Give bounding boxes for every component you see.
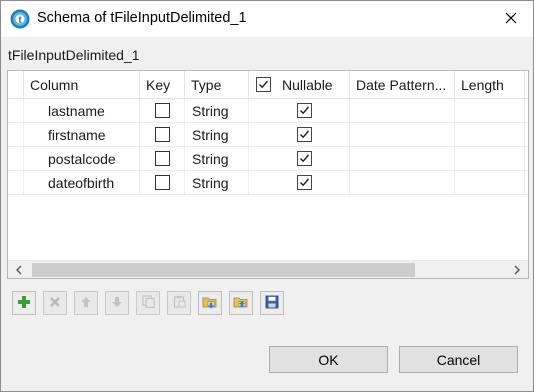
table-row[interactable]: firstname String [8, 123, 528, 147]
row-selector[interactable] [8, 123, 24, 147]
column-header-type[interactable]: Type [185, 71, 249, 99]
ok-button[interactable]: OK [269, 346, 388, 373]
nullable-cell[interactable] [249, 99, 350, 123]
length-cell[interactable] [455, 99, 525, 123]
close-button[interactable] [489, 1, 533, 37]
row-selector[interactable] [8, 171, 24, 195]
chevron-left-icon [15, 262, 23, 278]
save-button[interactable] [260, 291, 284, 315]
table-row[interactable]: postalcode String [8, 147, 528, 171]
import-icon [202, 294, 218, 313]
row-selector[interactable] [8, 147, 24, 171]
delete-icon [49, 295, 61, 311]
row-selector[interactable] [8, 99, 24, 123]
table-row[interactable]: dateofbirth String [8, 171, 528, 195]
close-icon [505, 11, 517, 27]
scrollbar-thumb[interactable] [32, 263, 415, 277]
paste-button[interactable] [167, 291, 191, 315]
nullable-header-label: Nullable [282, 77, 333, 93]
key-checkbox[interactable] [155, 151, 170, 166]
window-title: Schema of tFileInputDelimited_1 [37, 10, 247, 26]
save-icon [265, 295, 279, 312]
export-icon [233, 294, 249, 313]
column-header-nullable[interactable]: Nullable [249, 71, 350, 99]
type-cell[interactable]: String [185, 123, 249, 147]
date-pattern-cell[interactable] [350, 99, 455, 123]
table-header: Column Key Type Nullable Date Pattern...… [8, 71, 528, 99]
export-button[interactable] [229, 291, 253, 315]
type-cell[interactable]: String [185, 147, 249, 171]
nullable-checkbox[interactable] [297, 151, 312, 166]
column-header-key[interactable]: Key [140, 71, 185, 99]
import-button[interactable] [198, 291, 222, 315]
column-header-date-pattern[interactable]: Date Pattern... [350, 71, 455, 99]
delete-button[interactable] [43, 291, 67, 315]
add-button[interactable] [12, 291, 36, 315]
nullable-checkbox[interactable] [297, 175, 312, 190]
key-checkbox[interactable] [155, 127, 170, 142]
schema-table[interactable]: Column Key Type Nullable Date Pattern...… [7, 70, 529, 279]
column-name-cell[interactable]: firstname [24, 123, 140, 147]
date-pattern-cell[interactable] [350, 171, 455, 195]
chevron-right-icon [513, 262, 521, 278]
date-pattern-cell[interactable] [350, 123, 455, 147]
schema-name-label: tFileInputDelimited_1 [8, 47, 140, 63]
key-cell[interactable] [140, 171, 185, 195]
nullable-checkbox[interactable] [297, 103, 312, 118]
type-cell[interactable]: String [185, 171, 249, 195]
table-row[interactable]: lastname String [8, 99, 528, 123]
key-cell[interactable] [140, 99, 185, 123]
length-cell[interactable] [455, 147, 525, 171]
nullable-cell[interactable] [249, 171, 350, 195]
nullable-checkbox[interactable] [297, 127, 312, 142]
cancel-button[interactable]: Cancel [399, 346, 518, 373]
paste-icon [173, 295, 186, 311]
key-checkbox[interactable] [155, 103, 170, 118]
nullable-select-all-checkbox[interactable] [256, 77, 271, 92]
copy-button[interactable] [136, 291, 160, 315]
type-cell[interactable]: String [185, 99, 249, 123]
move-up-button[interactable] [74, 291, 98, 315]
horizontal-scrollbar[interactable] [8, 260, 528, 278]
column-header-length[interactable]: Length [455, 71, 525, 99]
nullable-cell[interactable] [249, 123, 350, 147]
move-down-button[interactable] [105, 291, 129, 315]
nullable-cell[interactable] [249, 147, 350, 171]
column-header-column[interactable]: Column [24, 71, 140, 99]
key-cell[interactable] [140, 147, 185, 171]
column-name-cell[interactable]: postalcode [24, 147, 140, 171]
column-name-cell[interactable]: lastname [24, 99, 140, 123]
column-name-cell[interactable]: dateofbirth [24, 171, 140, 195]
talend-icon: t [10, 9, 30, 29]
scroll-right-button[interactable] [508, 261, 526, 279]
key-cell[interactable] [140, 123, 185, 147]
key-checkbox[interactable] [155, 175, 170, 190]
copy-icon [141, 295, 155, 311]
schema-dialog: t Schema of tFileInputDelimited_1 tFileI… [0, 0, 534, 392]
length-cell[interactable] [455, 123, 525, 147]
title-bar: t Schema of tFileInputDelimited_1 [1, 1, 533, 37]
add-icon [17, 295, 31, 312]
date-pattern-cell[interactable] [350, 147, 455, 171]
row-selector-header [8, 71, 24, 99]
scroll-left-button[interactable] [10, 261, 28, 279]
move-down-icon [111, 295, 123, 311]
length-cell[interactable] [455, 171, 525, 195]
move-up-icon [80, 295, 92, 311]
